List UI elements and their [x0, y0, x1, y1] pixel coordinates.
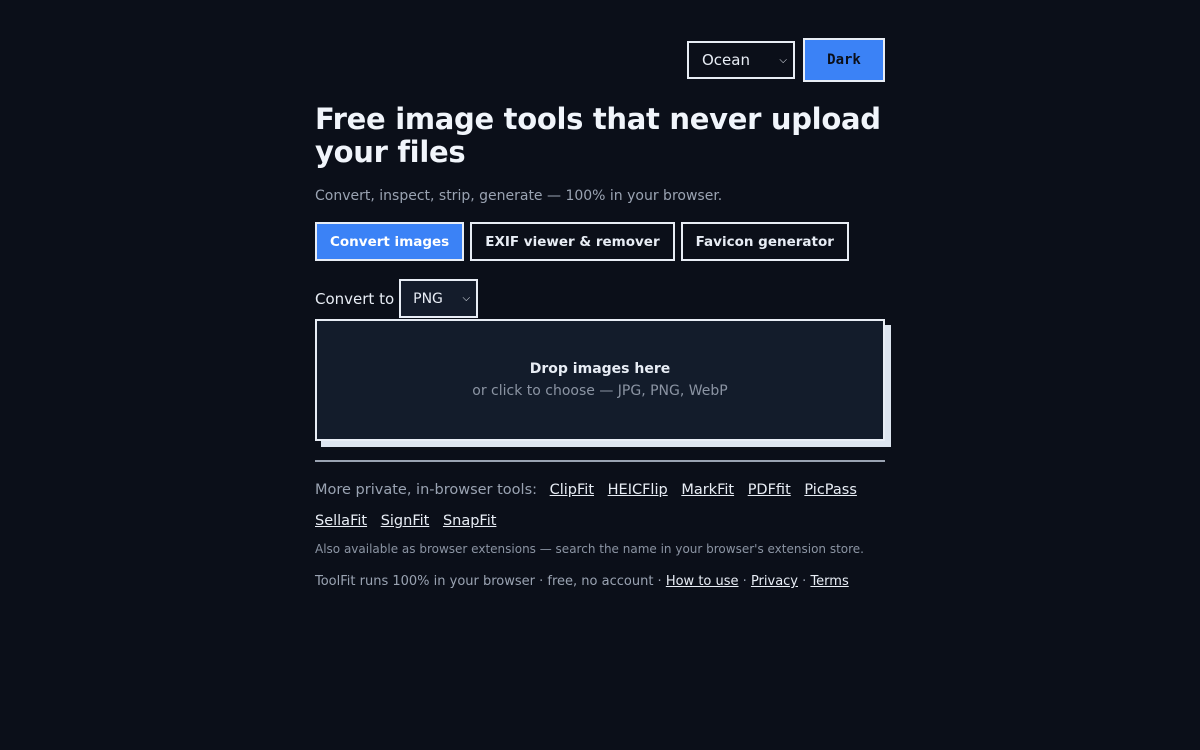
- image-dropzone[interactable]: Drop images here or click to choose — JP…: [315, 319, 885, 441]
- tool-link-heicflip[interactable]: HEICFlip: [608, 482, 668, 498]
- footer-separator: ·: [742, 574, 747, 589]
- convert-to-label: Convert to: [315, 289, 395, 308]
- format-select[interactable]: PNG ⌵: [399, 279, 479, 318]
- footer-text: ToolFit runs 100% in your browser · free…: [315, 574, 662, 589]
- chevron-down-icon: ⌵: [779, 54, 787, 66]
- tool-tabs: Convert images EXIF viewer & remover Fav…: [315, 222, 885, 261]
- tool-link-pdffit[interactable]: PDFfit: [748, 482, 791, 498]
- extension-note: Also available as browser extensions — s…: [315, 542, 864, 556]
- how-to-use-link[interactable]: How to use: [666, 574, 739, 589]
- privacy-link[interactable]: Privacy: [751, 574, 798, 589]
- top-bar: Ocean ⌵ Dark: [315, 38, 885, 82]
- page-subtitle: Convert, inspect, strip, generate — 100%…: [315, 188, 723, 204]
- format-select-value: PNG: [413, 290, 443, 307]
- page-title: Free image tools that never upload your …: [315, 102, 881, 169]
- tool-link-markfit[interactable]: MarkFit: [681, 482, 734, 498]
- tool-link-signfit[interactable]: SignFit: [381, 513, 430, 529]
- dropzone-title: Drop images here: [529, 361, 671, 377]
- dark-mode-button[interactable]: Dark: [803, 38, 885, 82]
- page-container: Ocean ⌵ Dark Free image tools that never…: [315, 0, 891, 589]
- dropzone-container: Drop images here or click to choose — JP…: [315, 319, 891, 447]
- theme-select[interactable]: Ocean ⌵: [687, 41, 795, 79]
- divider: [315, 460, 885, 462]
- tool-link-sellafit[interactable]: SellaFit: [315, 513, 367, 529]
- terms-link[interactable]: Terms: [810, 574, 848, 589]
- chevron-down-icon: ⌵: [462, 293, 471, 304]
- footer-separator: ·: [802, 574, 807, 589]
- more-tools: More private, in-browser tools: ClipFit …: [315, 475, 885, 537]
- footer: ToolFit runs 100% in your browser · free…: [315, 574, 885, 589]
- theme-select-value: Ocean: [702, 51, 750, 69]
- tool-link-snapfit[interactable]: SnapFit: [443, 513, 496, 529]
- tool-link-picpass[interactable]: PicPass: [804, 482, 857, 498]
- more-tools-label: More private, in-browser tools:: [315, 482, 538, 498]
- dropzone-subtitle: or click to choose — JPG, PNG, WebP: [472, 383, 728, 399]
- tab-exif-viewer[interactable]: EXIF viewer & remover: [470, 222, 675, 261]
- tab-favicon-generator[interactable]: Favicon generator: [680, 222, 849, 261]
- convert-options: Convert to PNG ⌵: [315, 279, 885, 318]
- tool-link-clipfit[interactable]: ClipFit: [550, 482, 594, 498]
- tab-convert-images[interactable]: Convert images: [315, 222, 465, 261]
